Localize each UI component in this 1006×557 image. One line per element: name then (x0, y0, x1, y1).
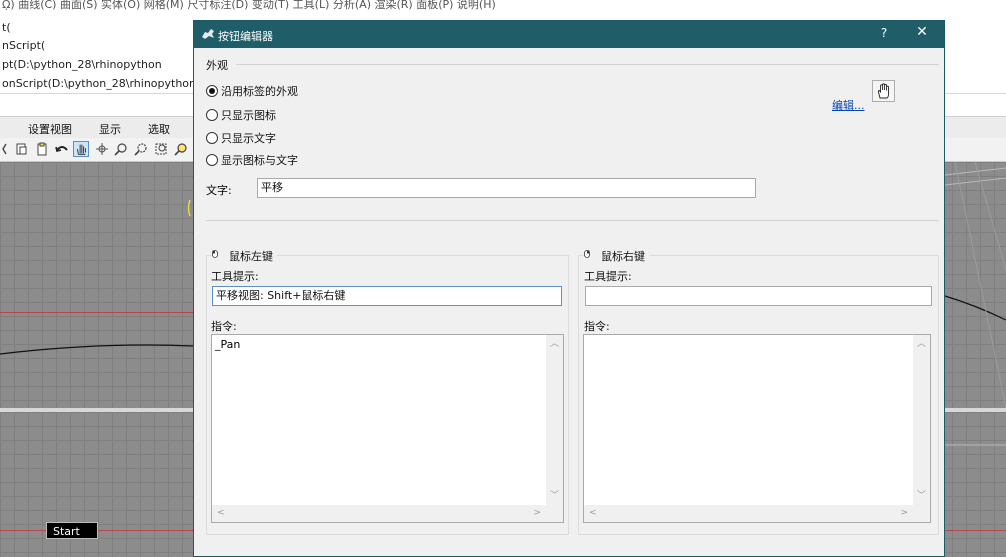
section-divider (206, 220, 939, 221)
radio-icon-only[interactable]: 只显示图标 (206, 107, 276, 123)
right-command-label: 指令: (584, 320, 610, 333)
scroll-left-icon[interactable]: < (589, 508, 597, 518)
text-field-label: 文字: (206, 184, 232, 197)
vertical-scrollbar[interactable]: ︿ ﹀ (913, 335, 930, 505)
button-text-input[interactable]: 平移 (257, 178, 756, 198)
dialog-titlebar[interactable]: 按钮编辑器 ? ✕ (194, 21, 944, 48)
left-mouse-title-text: 鼠标左键 (229, 250, 273, 263)
pan-hand-icon (877, 83, 889, 99)
radio-button[interactable] (206, 85, 218, 97)
mouse-right-icon (584, 250, 590, 258)
right-mouse-title: 鼠标右键 (583, 248, 649, 264)
scroll-corner (913, 505, 930, 522)
left-mouse-title: 鼠标左键 (211, 248, 277, 264)
mouse-left-icon (212, 250, 218, 258)
scroll-right-icon[interactable]: > (900, 508, 908, 518)
button-icon-preview[interactable] (872, 80, 895, 102)
radio-label: 只显示图标 (221, 109, 276, 122)
radio-button[interactable] (206, 132, 218, 144)
radio-text-only[interactable]: 只显示文字 (206, 130, 276, 146)
vertical-scrollbar[interactable]: ︿ ﹀ (546, 335, 563, 505)
scroll-down-icon[interactable]: ﹀ (917, 491, 926, 501)
radio-button[interactable] (206, 154, 218, 166)
edit-icon-link[interactable]: 编辑... (832, 97, 865, 113)
button-editor-dialog: 按钮编辑器 ? ✕ 外观 沿用标签的外观 只显示图标 只显示文字 显示图标与文字… (193, 20, 945, 557)
scroll-corner (546, 505, 563, 522)
scroll-up-icon[interactable]: ︿ (917, 339, 926, 349)
right-mouse-title-text: 鼠标右键 (601, 250, 645, 263)
left-tooltip-input[interactable]: 平移视图: Shift+鼠标右键 (212, 286, 562, 306)
radio-label: 只显示文字 (221, 132, 276, 145)
scroll-up-icon[interactable]: ︿ (550, 339, 559, 349)
radio-use-label-appearance[interactable]: 沿用标签的外观 (206, 83, 298, 99)
left-command-textarea[interactable]: _Pan ︿ ﹀ < > (211, 334, 564, 523)
horizontal-scrollbar[interactable]: < > (584, 505, 913, 522)
radio-button[interactable] (206, 109, 218, 121)
left-tooltip-label: 工具提示: (211, 270, 259, 283)
help-button[interactable]: ? (878, 26, 890, 40)
dialog-title: 按钮编辑器 (218, 30, 273, 43)
radio-label: 显示图标与文字 (221, 154, 298, 167)
viewport-label-start[interactable]: Start (46, 522, 98, 539)
right-command-textarea[interactable]: ︿ ﹀ < > (583, 334, 931, 523)
left-command-label: 指令: (211, 320, 237, 333)
scroll-down-icon[interactable]: ﹀ (550, 491, 559, 501)
right-tooltip-label: 工具提示: (584, 270, 632, 283)
appearance-divider (236, 64, 939, 65)
horizontal-scrollbar[interactable]: < > (212, 505, 546, 522)
appearance-section-label: 外观 (206, 59, 228, 72)
close-button[interactable]: ✕ (912, 24, 932, 40)
scroll-left-icon[interactable]: < (217, 508, 225, 518)
right-tooltip-input[interactable] (585, 286, 932, 306)
left-command-text: _Pan (215, 338, 241, 351)
radio-label: 沿用标签的外观 (221, 85, 298, 98)
radio-icon-and-text[interactable]: 显示图标与文字 (206, 152, 298, 168)
rhino-app-icon (202, 29, 214, 39)
scroll-right-icon[interactable]: > (533, 508, 541, 518)
